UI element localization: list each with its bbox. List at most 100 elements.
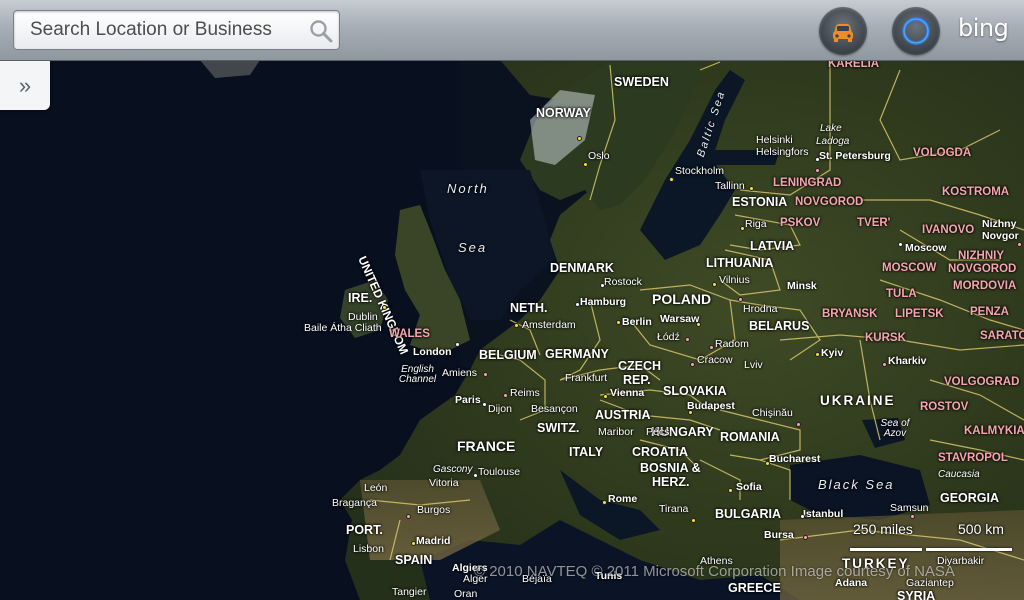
capital-dot[interactable] bbox=[691, 518, 696, 523]
city-dot[interactable] bbox=[455, 342, 460, 347]
country-label: UKRAINE bbox=[820, 393, 896, 408]
city-label: Novgor bbox=[982, 230, 1019, 242]
search-box[interactable] bbox=[13, 10, 340, 50]
search-input[interactable] bbox=[30, 11, 300, 49]
city-label: Tallinn bbox=[715, 180, 745, 192]
city-label: Lviv bbox=[744, 359, 763, 371]
city-label: Vienna bbox=[610, 387, 645, 399]
city-dot[interactable] bbox=[482, 402, 487, 407]
region-label: MORDOVIA bbox=[953, 280, 1017, 292]
capital-dot[interactable] bbox=[602, 500, 607, 505]
country-label: DENMARK bbox=[550, 261, 614, 275]
country-label: SLOVAKIA bbox=[663, 384, 727, 398]
capital-dot[interactable] bbox=[740, 226, 745, 231]
locate-me-button[interactable] bbox=[892, 7, 940, 55]
city-dot[interactable] bbox=[800, 514, 805, 519]
city-label: Amiens bbox=[442, 367, 478, 379]
region-label: KURSK bbox=[865, 332, 906, 344]
city-dot[interactable] bbox=[575, 302, 580, 307]
sea-label: Sea of Azov bbox=[880, 418, 910, 439]
city-dot[interactable] bbox=[685, 337, 690, 342]
city-dot[interactable] bbox=[1017, 242, 1022, 247]
city-dot[interactable] bbox=[882, 362, 887, 367]
capital-dot[interactable] bbox=[411, 541, 416, 546]
sidebar-expand-button[interactable]: » bbox=[0, 61, 50, 110]
search-icon[interactable] bbox=[309, 19, 333, 43]
city-dot[interactable] bbox=[503, 393, 508, 398]
city-label: Radom bbox=[715, 338, 749, 350]
city-dot[interactable] bbox=[898, 242, 903, 247]
city-dot[interactable] bbox=[803, 535, 808, 540]
region-label: STAVROPOL bbox=[938, 452, 1008, 464]
country-label: IRE. bbox=[348, 291, 373, 305]
city-label: Tangier bbox=[392, 586, 427, 598]
city-label: Istanbul bbox=[803, 508, 844, 520]
country-label: GERMANY bbox=[545, 347, 609, 361]
country-label: NETH. bbox=[510, 301, 548, 315]
city-label: Besançon bbox=[531, 403, 578, 415]
city-label: León bbox=[364, 482, 388, 494]
city-label: Sofia bbox=[736, 481, 762, 493]
capital-dot[interactable] bbox=[688, 410, 693, 415]
region-label: KALMYKIA bbox=[964, 425, 1024, 437]
region-label: WALES bbox=[389, 328, 430, 340]
capital-dot[interactable] bbox=[616, 320, 621, 325]
city-label: Tirana bbox=[659, 503, 689, 515]
city-label: Maribor bbox=[598, 426, 634, 438]
country-label: ITALY bbox=[569, 445, 604, 459]
city-dot[interactable] bbox=[483, 372, 488, 377]
scale-bar-miles bbox=[850, 548, 922, 551]
city-dot[interactable] bbox=[815, 168, 820, 173]
city-label: Oslo bbox=[588, 150, 610, 162]
city-label: Vitoria bbox=[429, 477, 459, 489]
city-dot[interactable] bbox=[709, 345, 714, 350]
city-label: Paris bbox=[455, 394, 481, 406]
capital-dot[interactable] bbox=[603, 394, 608, 399]
city-dot[interactable] bbox=[738, 297, 743, 302]
capital-dot[interactable] bbox=[712, 282, 717, 287]
city-dot[interactable] bbox=[600, 283, 605, 288]
sea-label: Sea bbox=[458, 240, 488, 255]
city-label: Helsingfors bbox=[756, 146, 809, 158]
region-label: VOLOGDA bbox=[913, 147, 972, 159]
country-label: HERZ. bbox=[652, 475, 690, 489]
capital-dot[interactable] bbox=[669, 177, 674, 182]
country-label: ESTONIA bbox=[732, 195, 788, 209]
city-label: Kyiv bbox=[821, 347, 844, 359]
bing-logo: bing bbox=[958, 14, 1009, 42]
city-dot[interactable] bbox=[815, 157, 820, 162]
lake-label: Lake bbox=[820, 123, 842, 134]
capital-dot[interactable] bbox=[728, 488, 733, 493]
double-chevron-right-icon: » bbox=[18, 73, 32, 98]
country-label: ROMANIA bbox=[720, 430, 780, 444]
city-dot[interactable] bbox=[690, 362, 695, 367]
city-dot[interactable] bbox=[406, 514, 411, 519]
capital-dot[interactable] bbox=[583, 162, 588, 167]
city-label: Dijon bbox=[488, 403, 512, 415]
capital-dot[interactable] bbox=[696, 322, 701, 327]
city-label: Minsk bbox=[787, 280, 817, 292]
city-dot[interactable] bbox=[910, 514, 915, 519]
capital-dot[interactable] bbox=[382, 305, 387, 310]
capital-dot[interactable] bbox=[765, 461, 770, 466]
city-label: Amsterdam bbox=[522, 319, 576, 331]
region-label: MOSCOW bbox=[882, 262, 937, 274]
capital-dot[interactable] bbox=[815, 352, 820, 357]
city-label: Hrodna bbox=[743, 303, 778, 315]
country-label: NORWAY bbox=[536, 106, 591, 120]
city-label: Berlin bbox=[622, 316, 652, 328]
city-dot[interactable] bbox=[796, 422, 801, 427]
map-canvas[interactable]: North Sea Black Sea Sea of Azov English … bbox=[0, 0, 1024, 600]
traffic-button[interactable] bbox=[819, 7, 867, 55]
capital-dot[interactable] bbox=[749, 186, 754, 191]
city-label: Pécs bbox=[646, 426, 670, 438]
city-label: Riga bbox=[745, 218, 767, 230]
region-label: SARATO bbox=[980, 330, 1024, 342]
capital-dot[interactable] bbox=[577, 136, 582, 141]
scale-bar-km bbox=[926, 548, 1012, 551]
region-label: PENZA bbox=[970, 306, 1009, 318]
country-label: REP. bbox=[623, 373, 651, 387]
capital-dot[interactable] bbox=[514, 323, 519, 328]
map-copyright: © 2010 NAVTEQ © 2011 Microsoft Corporati… bbox=[474, 563, 955, 580]
city-dot[interactable] bbox=[473, 473, 478, 478]
